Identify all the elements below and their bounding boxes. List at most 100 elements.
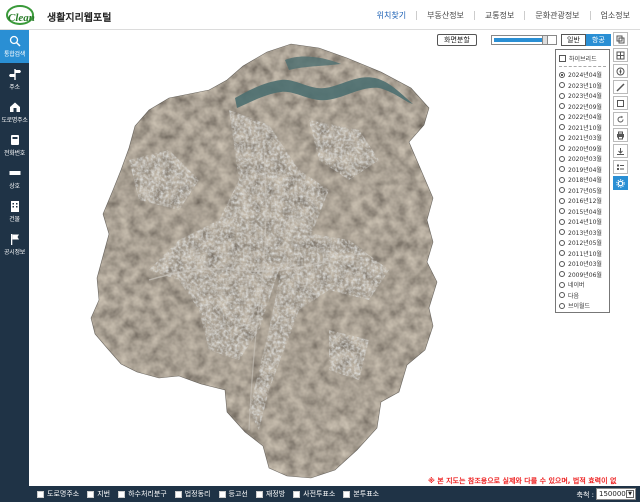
option-label: 2012년05월 bbox=[568, 240, 602, 248]
tool-settings[interactable] bbox=[613, 176, 628, 190]
radio-button[interactable] bbox=[559, 292, 565, 299]
imagery-date-option[interactable]: 2023년04월 bbox=[559, 91, 606, 102]
tool-area[interactable] bbox=[613, 96, 628, 110]
layer-checkbox[interactable] bbox=[343, 490, 351, 498]
radio-button[interactable] bbox=[559, 239, 565, 246]
radio-button[interactable] bbox=[559, 271, 565, 278]
radio-button[interactable] bbox=[559, 71, 565, 78]
split-screen-button[interactable]: 화면분할 bbox=[437, 34, 477, 46]
layer-toggle[interactable]: 하수처리분구 bbox=[118, 489, 167, 499]
layer-toggle[interactable]: 등고선 bbox=[218, 489, 248, 499]
tool-print[interactable] bbox=[613, 128, 628, 142]
layer-label: 도로명주소 bbox=[47, 490, 80, 498]
layer-checkbox[interactable] bbox=[118, 490, 126, 498]
imagery-date-option[interactable]: 2013년03월 bbox=[559, 227, 606, 238]
imagery-date-option[interactable]: 2021년10월 bbox=[559, 122, 606, 133]
radio-button[interactable] bbox=[559, 176, 565, 183]
imagery-date-option[interactable]: 2022년09월 bbox=[559, 101, 606, 112]
imagery-date-option[interactable]: 2019년04월 bbox=[559, 164, 606, 175]
layer-toggle[interactable]: 본투표소 bbox=[343, 489, 379, 499]
imagery-date-option[interactable]: 2023년10월 bbox=[559, 80, 606, 91]
signpost-icon bbox=[8, 69, 21, 80]
layer-toggle[interactable]: 도로명주소 bbox=[37, 489, 79, 499]
imagery-date-option[interactable]: 2015년04월 bbox=[559, 206, 606, 217]
nav-culture-tour[interactable]: 문화관광정보 bbox=[524, 10, 589, 20]
map-viewport[interactable] bbox=[29, 30, 640, 486]
layer-checkbox[interactable] bbox=[37, 490, 44, 498]
radio-button[interactable] bbox=[559, 103, 565, 110]
tool-save[interactable] bbox=[613, 144, 628, 158]
sidebar-item-public-notice[interactable]: 공시정보 bbox=[0, 228, 29, 261]
imagery-date-option[interactable]: 2009년06월 bbox=[559, 269, 606, 280]
imagery-provider-option[interactable]: 다음 bbox=[559, 290, 606, 301]
radio-button[interactable] bbox=[559, 187, 565, 194]
phone-icon bbox=[10, 135, 19, 145]
nav-traffic[interactable]: 교통정보 bbox=[473, 10, 524, 20]
tool-layers[interactable] bbox=[613, 32, 628, 46]
tool-refresh[interactable] bbox=[613, 112, 628, 126]
tool-grid[interactable] bbox=[613, 48, 628, 62]
nav-location[interactable]: 위치찾기 bbox=[367, 11, 416, 20]
imagery-date-option[interactable]: 2018년04월 bbox=[559, 175, 606, 186]
sidebar-item-building[interactable]: 건물 bbox=[0, 195, 29, 228]
layer-checkbox[interactable] bbox=[255, 490, 263, 498]
layer-toggle[interactable]: 지번 bbox=[87, 489, 110, 499]
imagery-date-option[interactable]: 2020년03월 bbox=[559, 154, 606, 165]
imagery-date-option[interactable]: 2016년12월 bbox=[559, 196, 606, 207]
sidebar-item-integrated-search[interactable]: 통합검색 bbox=[0, 30, 29, 63]
imagery-date-option[interactable]: 2012년05월 bbox=[559, 238, 606, 249]
radio-button[interactable] bbox=[559, 229, 565, 236]
settings-icon bbox=[616, 178, 625, 188]
radio-button[interactable] bbox=[559, 208, 565, 215]
radio-button[interactable] bbox=[559, 218, 565, 225]
layer-checkbox[interactable] bbox=[218, 490, 226, 498]
nav-real-estate[interactable]: 부동산정보 bbox=[416, 10, 474, 20]
mode-satellite-button[interactable]: 항공 bbox=[585, 34, 611, 46]
mode-normal-button[interactable]: 일반 bbox=[561, 34, 586, 46]
top-nav: 위치찾기 부동산정보 교통정보 문화관광정보 업소정보 bbox=[367, 0, 640, 30]
layer-label: 본투표소 bbox=[353, 490, 380, 498]
sidebar-item-road-address[interactable]: 도로명주소 bbox=[0, 96, 29, 129]
opacity-slider-knob[interactable] bbox=[542, 35, 548, 45]
layer-toggle[interactable]: 법정동리 bbox=[174, 489, 211, 499]
imagery-date-option[interactable]: 2020년09월 bbox=[559, 143, 606, 154]
layer-toggle[interactable]: 재정방 bbox=[255, 489, 285, 499]
imagery-provider-option[interactable]: 네이버 bbox=[559, 280, 606, 291]
imagery-date-option[interactable]: 2014년10월 bbox=[559, 217, 606, 228]
sidebar-item-business-name[interactable]: 상호 bbox=[0, 162, 29, 195]
radio-button[interactable] bbox=[559, 166, 565, 173]
radio-button[interactable] bbox=[559, 197, 565, 204]
radio-button[interactable] bbox=[559, 124, 565, 131]
hybrid-option[interactable]: 하이브리드 bbox=[559, 53, 606, 64]
layer-checkbox[interactable] bbox=[293, 490, 301, 498]
radio-button[interactable] bbox=[559, 302, 565, 309]
layer-checkbox[interactable] bbox=[87, 490, 95, 498]
radio-button[interactable] bbox=[559, 145, 565, 152]
radio-button[interactable] bbox=[559, 250, 565, 257]
sidebar-item-phone[interactable]: 전화번호 bbox=[0, 129, 29, 162]
imagery-date-option[interactable]: 2021년03월 bbox=[559, 133, 606, 144]
imagery-provider-option[interactable]: 브이월드 bbox=[559, 301, 606, 312]
radio-button[interactable] bbox=[559, 82, 565, 89]
scale-select[interactable]: 150000 ▼ bbox=[596, 488, 636, 500]
radio-button[interactable] bbox=[559, 134, 565, 141]
opacity-slider[interactable] bbox=[491, 35, 557, 45]
radio-button[interactable] bbox=[559, 113, 565, 120]
hybrid-checkbox[interactable] bbox=[559, 54, 566, 62]
radio-button[interactable] bbox=[559, 155, 565, 162]
layer-toggle[interactable]: 사전투표소 bbox=[293, 489, 335, 499]
imagery-date-option[interactable]: 2011년10월 bbox=[559, 248, 606, 259]
sidebar-item-address[interactable]: 주소 bbox=[0, 63, 29, 96]
imagery-date-option[interactable]: 2022년04월 bbox=[559, 112, 606, 123]
imagery-date-option[interactable]: 2010년03월 bbox=[559, 259, 606, 270]
tool-ruler[interactable] bbox=[613, 80, 628, 94]
nav-business[interactable]: 업소정보 bbox=[589, 10, 640, 20]
imagery-date-option[interactable]: 2017년05월 bbox=[559, 185, 606, 196]
tool-compass[interactable] bbox=[613, 64, 628, 78]
layer-checkbox[interactable] bbox=[174, 490, 182, 498]
radio-button[interactable] bbox=[559, 92, 565, 99]
imagery-date-option[interactable]: 2024년04월 bbox=[559, 70, 606, 81]
radio-button[interactable] bbox=[559, 260, 565, 267]
radio-button[interactable] bbox=[559, 281, 565, 288]
tool-legend[interactable] bbox=[613, 160, 628, 174]
